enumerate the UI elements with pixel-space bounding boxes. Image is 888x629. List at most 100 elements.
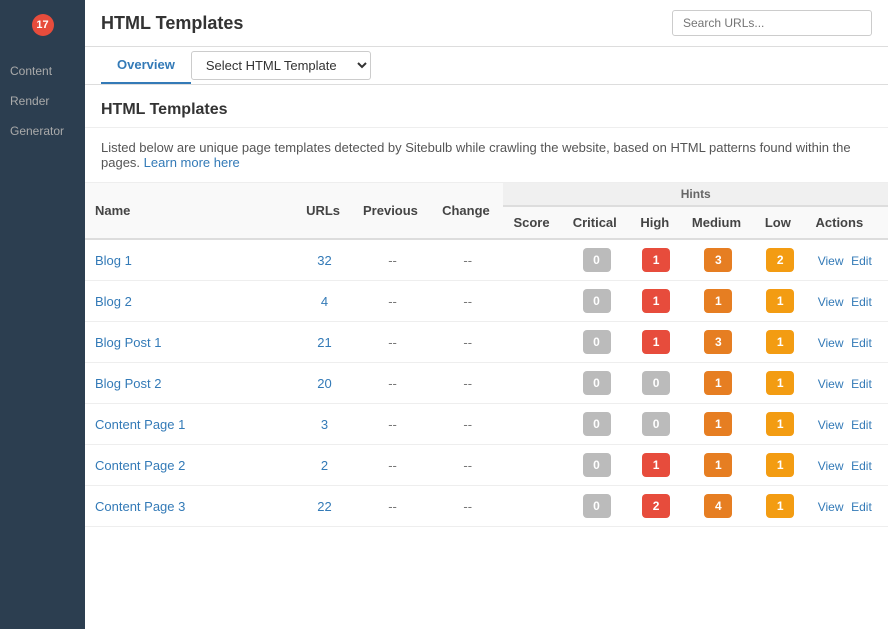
table-row: Content Page 3 22 -- -- 96 0 2 4 1 View … <box>85 486 888 527</box>
cell-urls: 21 <box>296 322 353 363</box>
cell-medium: 1 <box>682 363 755 404</box>
template-link[interactable]: Blog Post 2 <box>95 376 162 391</box>
cell-high: 0 <box>630 363 682 404</box>
view-link[interactable]: View <box>818 336 844 350</box>
notification-badge: 17 <box>32 14 54 36</box>
table-row: Blog 2 4 -- -- 98 0 1 1 1 View Edit <box>85 281 888 322</box>
cell-medium: 3 <box>682 239 755 281</box>
col-header-medium: Medium <box>682 206 755 239</box>
template-link[interactable]: Content Page 3 <box>95 499 185 514</box>
cell-change: -- <box>432 363 503 404</box>
cell-actions: View Edit <box>806 404 888 445</box>
cell-critical: 0 <box>563 404 631 445</box>
sidebar-item-render[interactable]: Render <box>0 86 85 116</box>
cell-previous: -- <box>353 281 432 322</box>
cell-previous: -- <box>353 322 432 363</box>
cell-high: 1 <box>630 322 682 363</box>
template-link[interactable]: Blog Post 1 <box>95 335 162 350</box>
sidebar: 17 Content Render Generator <box>0 0 85 629</box>
cell-previous: -- <box>353 486 432 527</box>
cell-urls: 22 <box>296 486 353 527</box>
table-container: Name URLs Previous Change Hints Score Cr… <box>85 183 888 527</box>
content-area: HTML Templates Listed below are unique p… <box>85 85 888 629</box>
col-header-previous: Previous <box>353 183 432 239</box>
view-link[interactable]: View <box>818 295 844 309</box>
edit-link[interactable]: Edit <box>851 295 872 309</box>
cell-low: 1 <box>755 404 806 445</box>
header: HTML Templates <box>85 0 888 47</box>
cell-urls: 3 <box>296 404 353 445</box>
col-header-score: Score <box>503 206 562 239</box>
learn-more-link[interactable]: Learn more here <box>144 155 240 170</box>
cell-medium: 1 <box>682 281 755 322</box>
cell-low: 1 <box>755 281 806 322</box>
cell-change: -- <box>432 445 503 486</box>
view-link[interactable]: View <box>818 500 844 514</box>
cell-score: 98 <box>503 404 562 445</box>
edit-link[interactable]: Edit <box>851 336 872 350</box>
main-content: HTML Templates Overview Select HTML Temp… <box>85 0 888 629</box>
view-link[interactable]: View <box>818 418 844 432</box>
cell-actions: View Edit <box>806 445 888 486</box>
template-link[interactable]: Blog 1 <box>95 253 132 268</box>
edit-link[interactable]: Edit <box>851 377 872 391</box>
table-row: Blog 1 32 -- -- 96 0 1 3 2 View Edit <box>85 239 888 281</box>
cell-score: 98 <box>503 281 562 322</box>
info-text: Listed below are unique page templates d… <box>85 128 888 183</box>
tab-overview[interactable]: Overview <box>101 47 191 84</box>
col-header-actions: Actions <box>806 206 888 239</box>
view-link[interactable]: View <box>818 459 844 473</box>
cell-urls: 32 <box>296 239 353 281</box>
cell-low: 1 <box>755 363 806 404</box>
template-link[interactable]: Blog 2 <box>95 294 132 309</box>
cell-actions: View Edit <box>806 486 888 527</box>
sidebar-item-content[interactable]: Content <box>0 56 85 86</box>
cell-previous: -- <box>353 363 432 404</box>
col-header-high: High <box>630 206 682 239</box>
search-input[interactable] <box>672 10 872 36</box>
page-title: HTML Templates <box>101 13 243 34</box>
edit-link[interactable]: Edit <box>851 459 872 473</box>
template-link[interactable]: Content Page 2 <box>95 458 185 473</box>
cell-urls: 2 <box>296 445 353 486</box>
edit-link[interactable]: Edit <box>851 418 872 432</box>
sidebar-item-generator[interactable]: Generator <box>0 116 85 146</box>
cell-actions: View Edit <box>806 239 888 281</box>
cell-critical: 0 <box>563 239 631 281</box>
cell-actions: View Edit <box>806 281 888 322</box>
template-select[interactable]: Select HTML Template <box>191 51 371 80</box>
template-link[interactable]: Content Page 1 <box>95 417 185 432</box>
tabs-bar: Overview Select HTML Template <box>85 47 888 85</box>
view-link[interactable]: View <box>818 377 844 391</box>
cell-medium: 4 <box>682 486 755 527</box>
cell-previous: -- <box>353 445 432 486</box>
cell-low: 1 <box>755 486 806 527</box>
view-link[interactable]: View <box>818 254 844 268</box>
table-row: Content Page 1 3 -- -- 98 0 0 1 1 View E… <box>85 404 888 445</box>
section-title: HTML Templates <box>85 85 888 128</box>
cell-score: 98 <box>503 445 562 486</box>
cell-high: 1 <box>630 445 682 486</box>
cell-low: 1 <box>755 322 806 363</box>
cell-change: -- <box>432 322 503 363</box>
cell-urls: 4 <box>296 281 353 322</box>
cell-medium: 1 <box>682 404 755 445</box>
cell-urls: 20 <box>296 363 353 404</box>
cell-score: 98 <box>503 363 562 404</box>
cell-low: 2 <box>755 239 806 281</box>
table-row: Content Page 2 2 -- -- 98 0 1 1 1 View E… <box>85 445 888 486</box>
col-header-low: Low <box>755 206 806 239</box>
col-header-name: Name <box>85 183 296 239</box>
cell-high: 1 <box>630 281 682 322</box>
cell-score: 98 <box>503 322 562 363</box>
cell-critical: 0 <box>563 363 631 404</box>
cell-change: -- <box>432 486 503 527</box>
cell-critical: 0 <box>563 445 631 486</box>
edit-link[interactable]: Edit <box>851 500 872 514</box>
col-header-critical: Critical <box>563 206 631 239</box>
col-header-hints-group: Hints <box>503 183 888 206</box>
col-header-urls: URLs <box>296 183 353 239</box>
cell-medium: 3 <box>682 322 755 363</box>
edit-link[interactable]: Edit <box>851 254 872 268</box>
cell-medium: 1 <box>682 445 755 486</box>
